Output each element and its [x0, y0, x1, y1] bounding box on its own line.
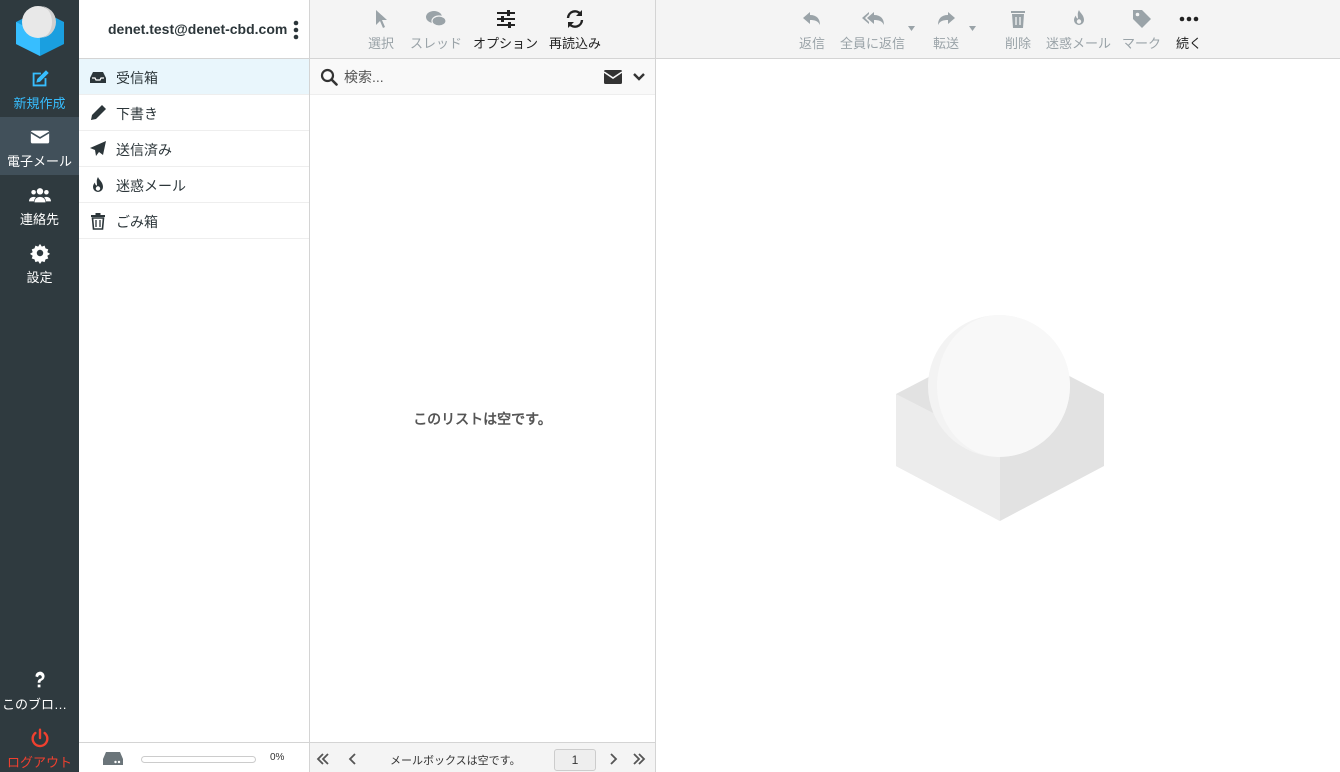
select-button[interactable]: 選択	[368, 8, 394, 52]
power-icon	[30, 728, 49, 748]
folder-header: denet.test@denet-cbd.com	[79, 0, 309, 59]
nav-about[interactable]: このブログ...	[0, 660, 79, 718]
comments-icon	[426, 11, 447, 27]
forward-dropdown-icon[interactable]	[969, 26, 976, 31]
reply-all-label: 全員に返信	[840, 36, 906, 51]
nav-contacts-label: 連絡先	[19, 212, 59, 227]
options-label: オプション	[473, 36, 539, 51]
quota-percent: 0%	[270, 752, 285, 763]
list-toolbar: 選択 スレッド オプション 再読込み	[310, 0, 655, 59]
more-label: 続く	[1176, 36, 1203, 51]
folder-trash[interactable]: ごみ箱	[79, 203, 309, 239]
envelope-icon	[29, 130, 50, 144]
select-label: 選択	[368, 36, 395, 51]
nav-settings-label: 設定	[26, 270, 53, 285]
nav-logout-label: ログアウト	[6, 755, 72, 770]
reply-button[interactable]: 返信	[799, 8, 825, 52]
more-button[interactable]: 続く	[1176, 8, 1202, 52]
chevron-down-icon[interactable]	[632, 70, 646, 84]
fire-icon	[1073, 10, 1084, 25]
junk-button[interactable]: 迷惑メール	[1046, 8, 1111, 52]
next-page-icon[interactable]	[606, 752, 620, 766]
message-content-panel: 返信 全員に返信 転送 削除 迷惑メール マーク 続く	[656, 0, 1340, 772]
nav-contacts[interactable]: 連絡先	[0, 175, 79, 233]
threads-label: スレッド	[410, 36, 463, 51]
folder-label: 送信済み	[116, 142, 172, 158]
refresh-button[interactable]: 再読込み	[549, 8, 601, 52]
reply-all-button[interactable]: 全員に返信	[840, 8, 905, 52]
junk-label: 迷惑メール	[1046, 36, 1112, 51]
gear-icon	[29, 243, 50, 264]
watermark-logo	[896, 315, 1104, 521]
nav-mail-label: 電子メール	[6, 154, 72, 169]
inbox-icon	[90, 72, 106, 83]
ellipsis-icon	[1179, 16, 1199, 22]
main-nav: 新規作成 電子メール 連絡先 設定 このブログ... ログアウト	[0, 0, 79, 772]
reply-all-dropdown-icon[interactable]	[908, 26, 915, 31]
page-number-input[interactable]: 1	[554, 749, 596, 771]
search-bar	[310, 59, 655, 95]
envelope-icon[interactable]	[603, 69, 623, 85]
reply-label: 返信	[799, 36, 826, 51]
refresh-label: 再読込み	[549, 36, 602, 51]
pencil-icon	[91, 105, 106, 120]
paper-plane-icon	[90, 141, 106, 156]
nav-logout[interactable]: ログアウト	[0, 718, 79, 772]
pointer-icon	[376, 10, 387, 28]
pagination-bar: メールボックスは空です。 1	[310, 742, 655, 772]
mailbox-status: メールボックスは空です。	[390, 755, 521, 767]
folder-panel: denet.test@denet-cbd.com 受信箱 下書き 送信済み 迷惑…	[79, 0, 310, 772]
forward-icon	[938, 12, 955, 25]
folder-sent[interactable]: 送信済み	[79, 131, 309, 167]
nav-compose[interactable]: 新規作成	[0, 59, 79, 117]
account-email: denet.test@denet-cbd.com	[108, 21, 288, 37]
users-icon	[28, 188, 51, 203]
refresh-icon	[566, 10, 584, 28]
first-page-icon[interactable]	[316, 752, 330, 766]
folder-label: ごみ箱	[116, 214, 158, 230]
quota-footer: 0%	[79, 742, 309, 772]
delete-label: 削除	[1005, 36, 1032, 51]
sliders-icon	[496, 10, 515, 28]
hard-drive-icon	[103, 752, 123, 765]
nav-settings[interactable]: 設定	[0, 233, 79, 291]
last-page-icon[interactable]	[632, 752, 646, 766]
tag-icon	[1132, 10, 1151, 28]
search-icon	[320, 68, 338, 86]
folder-label: 下書き	[116, 106, 158, 122]
question-icon	[34, 671, 45, 688]
prev-page-icon[interactable]	[346, 752, 360, 766]
delete-button[interactable]: 削除	[1005, 8, 1031, 52]
folder-junk[interactable]: 迷惑メール	[79, 167, 309, 203]
folder-label: 迷惑メール	[116, 178, 186, 194]
forward-label: 転送	[933, 36, 960, 51]
nav-compose-label: 新規作成	[13, 96, 66, 111]
message-list-panel: 選択 スレッド オプション 再読込み 検索... このリストは空です。 メールボ…	[310, 0, 656, 772]
folder-inbox[interactable]: 受信箱	[79, 59, 309, 95]
trash-icon	[91, 213, 105, 230]
forward-button[interactable]: 転送	[933, 8, 959, 52]
compose-icon	[32, 70, 49, 87]
message-toolbar: 返信 全員に返信 転送 削除 迷惑メール マーク 続く	[656, 0, 1340, 59]
empty-list-message: このリストは空です。	[413, 411, 552, 427]
quota-progress-bar	[141, 756, 256, 763]
folder-drafts[interactable]: 下書き	[79, 95, 309, 131]
fire-icon	[93, 177, 103, 192]
nav-mail[interactable]: 電子メール	[0, 117, 79, 175]
reply-icon	[803, 12, 820, 25]
trash-icon	[1011, 11, 1025, 28]
threads-button[interactable]: スレッド	[410, 8, 462, 52]
app-logo[interactable]	[14, 4, 66, 56]
reply-all-icon	[861, 12, 884, 25]
options-button[interactable]: オプション	[473, 8, 538, 52]
kebab-menu-icon[interactable]	[291, 19, 301, 41]
nav-about-label: このブログ...	[2, 697, 78, 712]
folder-label: 受信箱	[116, 70, 158, 86]
mark-label: マーク	[1122, 36, 1162, 51]
search-input[interactable]	[344, 65, 584, 89]
mark-button[interactable]: マーク	[1122, 8, 1161, 52]
